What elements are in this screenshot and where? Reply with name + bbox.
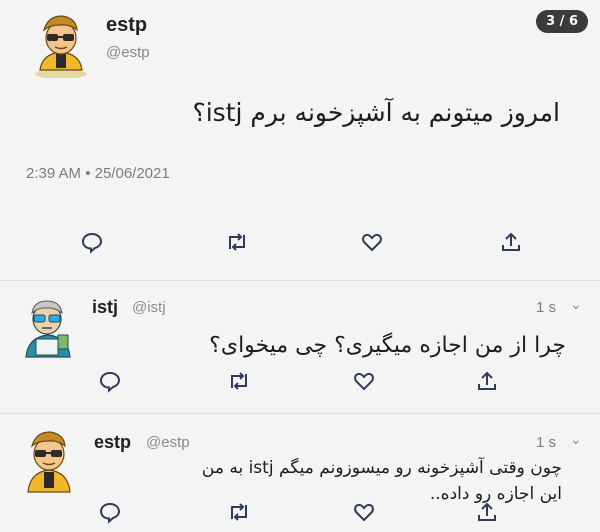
retweet-icon[interactable] bbox=[226, 369, 252, 393]
retweet-icon[interactable] bbox=[226, 500, 252, 524]
reply-icon[interactable] bbox=[80, 230, 104, 254]
author-name[interactable]: estp bbox=[94, 432, 131, 453]
tweet-age: 1 s bbox=[536, 434, 557, 451]
share-icon[interactable] bbox=[476, 500, 498, 524]
avatar[interactable] bbox=[30, 10, 92, 79]
author-name[interactable]: estp bbox=[106, 14, 147, 37]
tweet-text: امروز میتونم به آشپزخونه برم istj؟ bbox=[192, 98, 560, 127]
tweet-timestamp: 2:39 AM • 25/06/2021 bbox=[26, 165, 170, 182]
avatar[interactable] bbox=[18, 295, 78, 359]
like-icon[interactable] bbox=[352, 369, 376, 393]
reply-icon[interactable] bbox=[98, 500, 122, 524]
retweet-icon[interactable] bbox=[224, 230, 250, 254]
chevron-down-icon[interactable]: ⌄ bbox=[570, 297, 582, 313]
like-icon[interactable] bbox=[360, 230, 384, 254]
author-handle[interactable]: @estp bbox=[106, 44, 150, 61]
author-handle[interactable]: @istj bbox=[132, 299, 166, 316]
reply-tweet: estp @estp 1 s ⌄ چون وقتی آشپزخونه رو می… bbox=[0, 414, 600, 532]
chevron-down-icon[interactable]: ⌄ bbox=[570, 432, 582, 448]
tweet-age: 1 s bbox=[536, 299, 557, 316]
share-icon[interactable] bbox=[500, 230, 522, 254]
author-name[interactable]: istj bbox=[92, 297, 118, 318]
tweet-text-line1: چون وقتی آشپزخونه رو میسوزونم میگم istj … bbox=[201, 458, 562, 478]
share-icon[interactable] bbox=[476, 369, 498, 393]
reply-tweet: istj @istj 1 s ⌄ چرا از من اجازه میگیری؟… bbox=[0, 281, 600, 413]
tweet-text: چرا از من اجازه میگیری؟ چی میخوای؟ bbox=[209, 333, 566, 358]
author-handle[interactable]: @estp bbox=[146, 434, 190, 451]
reply-icon[interactable] bbox=[98, 369, 122, 393]
like-icon[interactable] bbox=[352, 500, 376, 524]
main-tweet: estp @estp امروز میتونم به آشپزخونه برم … bbox=[0, 0, 600, 280]
